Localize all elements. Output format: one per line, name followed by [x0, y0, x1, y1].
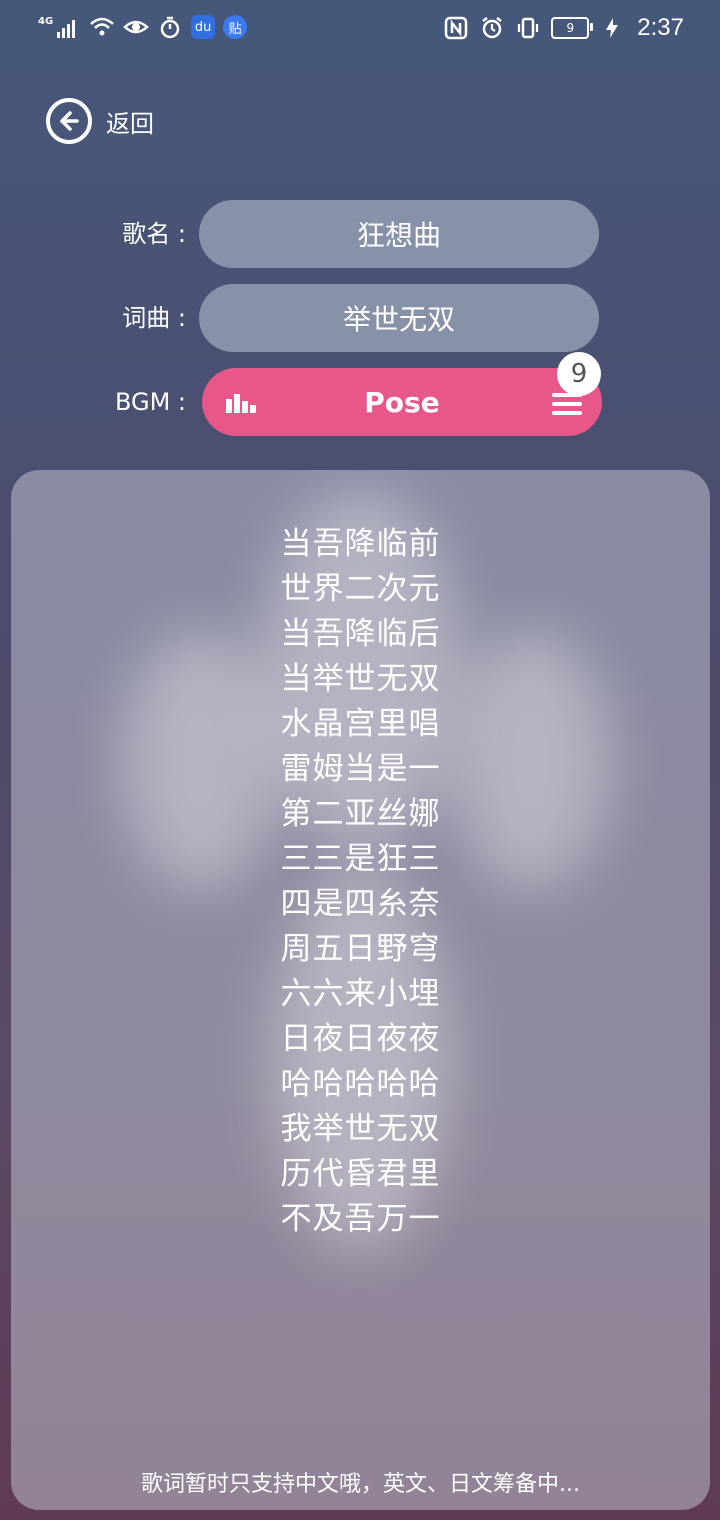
nfc-icon — [443, 15, 469, 41]
charging-icon — [599, 15, 625, 41]
eye-icon — [123, 14, 150, 40]
vibrate-icon — [515, 15, 541, 41]
status-right: 9 2:37 — [443, 14, 684, 42]
battery-level: 9 — [566, 21, 575, 35]
lyricist-label: 词曲 : — [122, 304, 186, 332]
tieba-app-icon: 贴 — [223, 15, 248, 39]
network-type: 4G — [38, 15, 54, 27]
back-button[interactable]: 返回 — [46, 98, 154, 144]
song-name-row: 歌名 : 狂想曲 — [0, 200, 720, 268]
back-label[interactable]: 返回 — [106, 104, 154, 139]
lyric-line: 六六来小埋 — [280, 976, 441, 1012]
lyricist-row: 词曲 : 举世无双 — [0, 284, 720, 352]
lyric-line: 历代昏君里 — [280, 1156, 441, 1192]
equalizer-icon — [226, 394, 256, 413]
status-bar: 4G du 贴 9 2:37 — [0, 0, 720, 62]
lyric-line: 三三是狂三 — [280, 841, 441, 877]
baidu-app-icon: du — [191, 15, 216, 39]
bgm-selector[interactable]: Pose — [202, 368, 602, 436]
song-name-field[interactable]: 狂想曲 — [199, 200, 599, 268]
lyric-line: 当吾降临后 — [280, 616, 441, 652]
bgm-row: BGM : Pose 9 — [0, 352, 720, 436]
lyric-line: 雷姆当是一 — [280, 751, 441, 787]
lyrics-text[interactable]: 当吾降临前 世界二次元 当吾降临后 当举世无双 水晶宫里唱 雷姆当是一 第二亚丝… — [11, 522, 710, 1242]
lyric-line: 当举世无双 — [280, 661, 441, 697]
lyric-line: 世界二次元 — [280, 571, 441, 607]
signal-icon — [55, 14, 81, 40]
clock: 2:37 — [637, 14, 684, 41]
battery-icon: 9 — [551, 17, 594, 39]
bgm-title: Pose — [364, 385, 440, 419]
song-name-label: 歌名 : — [122, 220, 186, 248]
lyricist-field[interactable]: 举世无双 — [199, 284, 599, 352]
wifi-icon — [89, 14, 115, 40]
lyric-line: 日夜日夜夜 — [280, 1021, 441, 1057]
alarm-icon — [479, 15, 505, 41]
lyric-line: 周五日野穹 — [280, 931, 441, 967]
lyric-line: 当吾降临前 — [280, 526, 441, 562]
back-arrow-icon[interactable] — [46, 98, 92, 144]
lyric-line: 第二亚丝娜 — [280, 796, 441, 832]
lyric-line: 我举世无双 — [280, 1111, 441, 1147]
lyric-line: 哈哈哈哈哈 — [280, 1066, 441, 1102]
status-left: 4G du 贴 — [38, 14, 248, 40]
bgm-count-badge: 9 — [557, 352, 601, 396]
lyrics-panel[interactable]: 当吾降临前 世界二次元 当吾降临后 当举世无双 水晶宫里唱 雷姆当是一 第二亚丝… — [11, 470, 710, 1510]
lyric-line: 不及吾万一 — [280, 1201, 441, 1237]
language-support-note: 歌词暂时只支持中文哦，英文、日文筹备中... — [141, 1472, 580, 1497]
lyric-line: 水晶宫里唱 — [280, 706, 441, 742]
lyric-line: 四是四糸奈 — [280, 886, 441, 922]
bgm-label: BGM : — [114, 388, 186, 416]
stopwatch-icon — [157, 14, 183, 40]
